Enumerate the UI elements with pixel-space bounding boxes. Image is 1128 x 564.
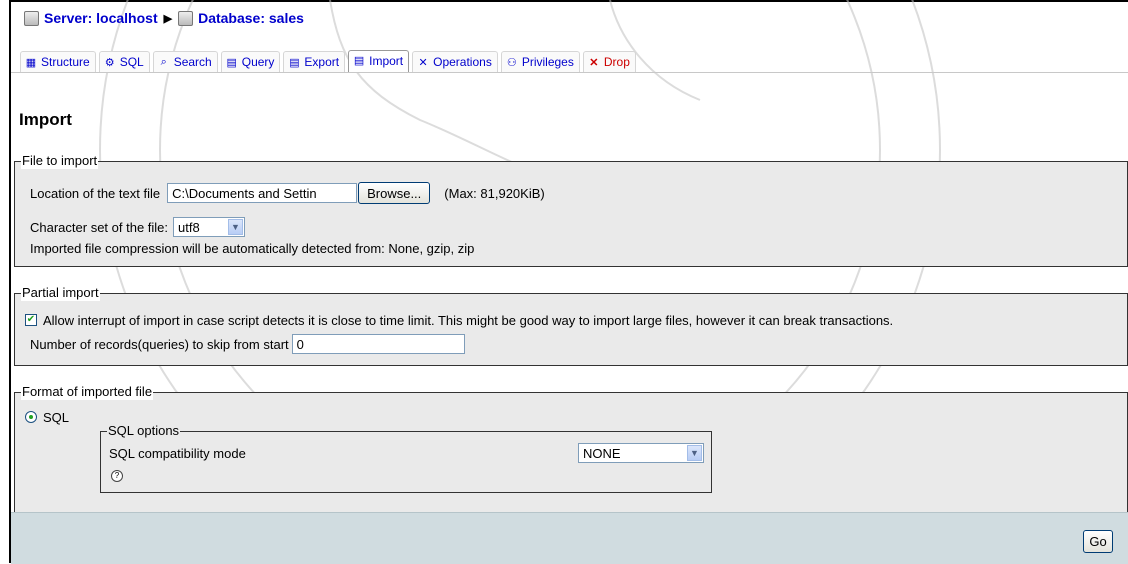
tab-label: Drop	[603, 55, 630, 69]
chevron-down-icon: ▼	[687, 445, 702, 461]
partial-import-legend: Partial import	[21, 285, 100, 301]
allow-interrupt-label: Allow interrupt of import in case script…	[43, 312, 894, 328]
format-sql-label: SQL	[43, 409, 70, 425]
file-path-input[interactable]: C:\Documents and Settin	[167, 183, 358, 203]
breadcrumb-server[interactable]: Server: localhost	[44, 10, 158, 26]
tab-privileges[interactable]: ⚇ Privileges	[500, 51, 580, 72]
footer-bar: Go	[11, 512, 1128, 564]
tab-label: Query	[241, 55, 275, 69]
export-icon: ▤	[289, 56, 300, 69]
sql-compat-row: SQL compatibility mode NONE ▼	[109, 443, 704, 463]
tab-sql[interactable]: ⚙ SQL	[98, 51, 150, 72]
query-icon: ▤	[226, 56, 237, 69]
compression-note: Imported file compression will be automa…	[30, 238, 474, 258]
charset-value: utf8	[178, 219, 200, 235]
frame-border-top	[9, 0, 1128, 2]
drop-icon: ✕	[589, 56, 599, 69]
tab-label: Structure	[41, 55, 90, 69]
max-size-note: (Max: 81,920KiB)	[444, 185, 545, 201]
file-location-row: Location of the text file C:\Documents a…	[30, 182, 545, 204]
tab-label: Operations	[433, 55, 492, 69]
file-location-label: Location of the text file	[30, 185, 161, 201]
breadcrumb-arrow-icon: ▶	[163, 12, 173, 25]
tab-label: Export	[304, 55, 340, 69]
charset-select[interactable]: utf8 ▼	[173, 217, 246, 237]
tab-operations[interactable]: ✕ Operations	[412, 51, 498, 72]
tab-query[interactable]: ▤ Query	[220, 51, 281, 72]
charset-label: Character set of the file:	[30, 219, 169, 235]
tab-structure[interactable]: ▦ Structure	[20, 51, 96, 72]
skip-count-input[interactable]: 0	[291, 334, 465, 354]
breadcrumb-database[interactable]: Database: sales	[198, 10, 304, 26]
operations-icon: ✕	[418, 56, 428, 69]
chevron-down-icon: ▼	[228, 219, 244, 235]
format-fieldset: Format of imported file SQL SQL options …	[14, 384, 1128, 513]
tab-label: Search	[173, 55, 212, 69]
structure-icon: ▦	[25, 56, 37, 69]
file-to-import-legend: File to import	[21, 153, 99, 169]
help-icon[interactable]: ?	[111, 470, 123, 482]
browse-button[interactable]: Browse...	[358, 182, 431, 204]
sql-icon: ⚙	[104, 56, 115, 69]
breadcrumb: Server: localhost ▶ Database: sales	[24, 8, 304, 28]
go-button[interactable]: Go	[1083, 530, 1113, 553]
skip-row: Number of records(queries) to skip from …	[30, 333, 465, 355]
partial-import-fieldset: Partial import ✔ Allow interrupt of impo…	[14, 285, 1128, 366]
format-legend: Format of imported file	[21, 384, 154, 400]
database-icon	[178, 10, 194, 26]
tab-import[interactable]: ▤ Import	[348, 50, 410, 72]
allow-interrupt-row: ✔ Allow interrupt of import in case scri…	[25, 310, 893, 330]
file-to-import-fieldset: File to import Location of the text file…	[14, 153, 1128, 267]
compression-note-text: Imported file compression will be automa…	[30, 240, 475, 256]
tab-drop[interactable]: ✕ Drop	[582, 51, 636, 72]
tab-label: SQL	[119, 55, 144, 69]
format-sql-radio[interactable]	[25, 411, 37, 423]
sql-options-fieldset: SQL options SQL compatibility mode NONE …	[100, 423, 712, 493]
allow-interrupt-checkbox[interactable]: ✔	[25, 314, 37, 326]
skip-label: Number of records(queries) to skip from …	[30, 336, 289, 352]
tab-export[interactable]: ▤ Export	[283, 51, 346, 72]
page-title: Import	[19, 110, 72, 129]
format-sql-row: SQL	[25, 408, 69, 426]
charset-row: Character set of the file: utf8 ▼	[30, 217, 246, 237]
frame-border-left	[9, 0, 11, 563]
tab-search[interactable]: ⌕ Search	[152, 51, 218, 72]
search-icon: ⌕	[160, 55, 167, 68]
import-icon: ▤	[353, 55, 365, 67]
privileges-icon: ⚇	[506, 56, 517, 69]
sql-options-legend: SQL options	[107, 423, 181, 439]
sql-compat-value: NONE	[583, 445, 621, 461]
sql-compat-label: SQL compatibility mode	[109, 445, 246, 461]
tab-label: Privileges	[521, 55, 574, 69]
radio-dot	[29, 415, 33, 419]
sql-compat-select[interactable]: NONE ▼	[578, 443, 704, 463]
tab-divider	[11, 72, 1128, 73]
tab-bar: ▦ Structure ⚙ SQL ⌕ Search ▤ Query ▤ Export ▤…	[20, 50, 639, 72]
tab-label: Import	[369, 54, 404, 68]
server-icon	[24, 10, 39, 26]
